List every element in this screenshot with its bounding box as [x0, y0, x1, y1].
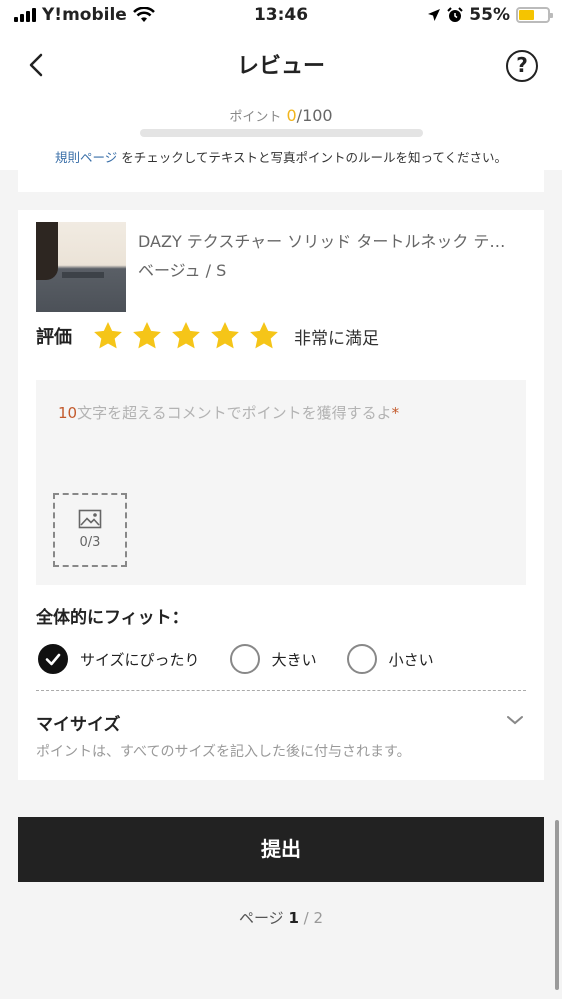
product-name: DAZY テクスチャー ソリッド タートルネック テ… — [138, 232, 506, 251]
pagination-total: / 2 — [298, 909, 324, 927]
fit-option-perfect[interactable]: サイズにぴったり — [38, 644, 200, 674]
product-thumbnail[interactable] — [36, 222, 126, 312]
points-current: 0 — [286, 106, 297, 125]
fit-radio-perfect[interactable] — [38, 644, 68, 674]
upload-count: 0/3 — [79, 535, 101, 550]
rules-page-link[interactable]: 規則ページ — [55, 150, 117, 165]
battery-icon — [516, 7, 553, 23]
previous-card-bottom — [18, 170, 544, 192]
location-icon — [428, 9, 441, 21]
fit-radio-large[interactable] — [229, 644, 260, 674]
pagination-label: ページ — [238, 909, 289, 927]
battery-percent: 55% — [469, 5, 510, 25]
review-card: DAZY テクスチャー ソリッド タートルネック テ… ベージュ / S 評価 … — [18, 210, 544, 780]
points-total: /100 — [296, 106, 333, 125]
required-mark: * — [391, 404, 400, 422]
fit-option-label: 大きい — [271, 650, 317, 669]
fit-option-large[interactable]: 大きい — [229, 644, 317, 674]
submit-button[interactable]: 提出 — [18, 817, 544, 882]
comment-min-chars: 10 — [58, 404, 78, 422]
chevron-down-icon[interactable] — [506, 714, 524, 726]
points-progress-bar — [140, 129, 423, 137]
comment-placeholder-text: 文字を超えるコメントでポイントを獲得するよ — [77, 404, 392, 422]
question-mark-icon: ? — [516, 53, 528, 77]
fit-option-small[interactable]: 小さい — [346, 644, 434, 674]
checkmark-icon — [45, 653, 61, 666]
rating-label: 評価 — [36, 327, 72, 348]
image-icon — [78, 509, 102, 529]
product-variant: ベージュ / S — [138, 261, 227, 280]
points-area: ポイント 0/100 規則ページ をチェックしてテキストと写真ポイントのルールを… — [0, 98, 562, 170]
star-icon[interactable] — [209, 320, 241, 352]
rating-row: 評価 非常に満足 — [36, 320, 379, 352]
pagination-current: 1 — [288, 909, 299, 927]
rules-notice: 規則ページ をチェックしてテキストと写真ポイントのルールを知ってください。 — [0, 147, 562, 166]
points-label: ポイント — [229, 110, 282, 125]
points-summary: ポイント 0/100 — [0, 106, 562, 125]
page-title: レビュー — [236, 54, 325, 79]
scrollbar[interactable] — [555, 820, 559, 990]
comment-placeholder: 10文字を超えるコメントでポイントを獲得するよ* — [58, 402, 399, 423]
star-icon[interactable] — [170, 320, 202, 352]
fit-radio-small[interactable] — [346, 644, 377, 674]
status-right: 55% — [427, 5, 553, 25]
star-icon[interactable] — [131, 320, 163, 352]
header: レビュー ? — [0, 34, 562, 98]
fit-options: サイズにぴったり 大きい 小さい — [38, 644, 464, 674]
star-icon[interactable] — [92, 320, 124, 352]
my-size-note: ポイントは、すべてのサイズを記入した後に付与されます。 — [36, 744, 411, 760]
fit-option-label: 小さい — [388, 650, 434, 669]
rating-stars — [92, 320, 280, 352]
status-bar: Y!mobile 13:46 55% — [0, 0, 562, 34]
comment-input[interactable]: 10文字を超えるコメントでポイントを獲得するよ* 0/3 — [36, 380, 526, 585]
photo-upload-button[interactable]: 0/3 — [53, 493, 127, 567]
rating-text: 非常に満足 — [294, 328, 379, 349]
pagination: ページ 1 / 2 — [0, 907, 562, 928]
fit-divider — [36, 690, 526, 691]
rules-text: をチェックしてテキストと写真ポイントのルールを知ってください。 — [117, 150, 507, 165]
fit-title: 全体的にフィット： — [36, 608, 189, 628]
fit-option-label: サイズにぴったり — [80, 650, 200, 669]
alarm-icon — [447, 7, 464, 22]
star-icon[interactable] — [248, 320, 280, 352]
help-button[interactable]: ? — [506, 50, 538, 82]
my-size-title[interactable]: マイサイズ — [36, 710, 121, 735]
